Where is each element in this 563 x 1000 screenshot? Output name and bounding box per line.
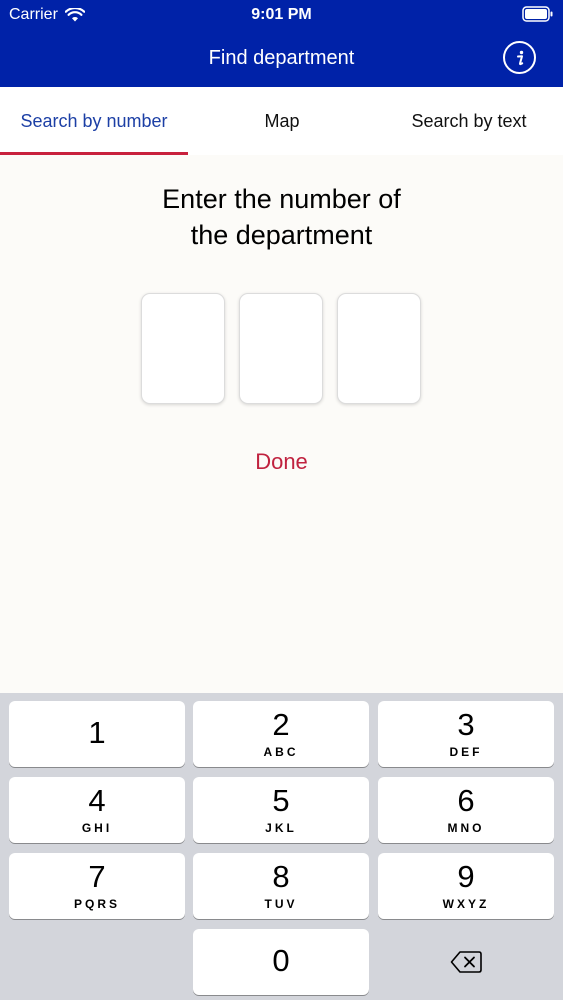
battery-icon xyxy=(522,6,553,22)
info-button[interactable] xyxy=(503,41,536,74)
tab-search-by-text[interactable]: Search by text xyxy=(375,87,563,155)
tab-bar: Search by number Map Search by text xyxy=(0,87,563,155)
prompt-line-1: Enter the number of xyxy=(162,184,401,214)
prompt-heading: Enter the number of the department xyxy=(0,181,563,253)
tab-label: Search by number xyxy=(20,111,168,131)
status-bar: Carrier 9:01 PM xyxy=(0,0,563,30)
info-icon xyxy=(516,50,523,65)
key-8[interactable]: 8 TUV xyxy=(193,853,369,919)
key-number: 2 xyxy=(272,707,290,742)
key-number: 4 xyxy=(88,783,106,818)
digit-input-1[interactable] xyxy=(141,293,225,404)
key-6[interactable]: 6 MNO xyxy=(378,777,554,843)
key-letters: JKL xyxy=(265,821,297,835)
prompt-line-2: the department xyxy=(190,220,373,250)
status-time: 9:01 PM xyxy=(251,6,312,23)
key-number: 5 xyxy=(272,783,290,818)
tab-label: Search by text xyxy=(411,111,527,131)
main-content: Enter the number of the department Done xyxy=(0,155,563,693)
key-letters: GHI xyxy=(81,821,113,835)
digit-input-3[interactable] xyxy=(337,293,421,404)
tab-search-by-number[interactable]: Search by number xyxy=(0,87,188,155)
key-number: 7 xyxy=(88,859,106,894)
key-letters: MNO xyxy=(447,821,485,835)
done-button[interactable]: Done xyxy=(0,447,563,477)
key-number: 8 xyxy=(272,859,290,894)
key-letters: DEF xyxy=(449,745,483,759)
key-number: 3 xyxy=(457,707,475,742)
key-7[interactable]: 7 PQRS xyxy=(9,853,185,919)
backspace-icon xyxy=(450,951,482,973)
key-1[interactable]: 1 xyxy=(9,701,185,767)
tab-label: Map xyxy=(264,111,300,131)
key-letters: ABC xyxy=(263,745,299,759)
page-title: Find department xyxy=(208,47,355,69)
key-letters: TUV xyxy=(264,897,298,911)
tab-map[interactable]: Map xyxy=(188,87,376,155)
key-0[interactable]: 0 xyxy=(193,929,369,995)
key-5[interactable]: 5 JKL xyxy=(193,777,369,843)
key-number: 1 xyxy=(88,715,106,750)
key-number: 6 xyxy=(457,783,475,818)
header-bar: Carrier 9:01 PM Find department xyxy=(0,0,563,87)
digit-input-2[interactable] xyxy=(239,293,323,404)
key-3[interactable]: 3 DEF xyxy=(378,701,554,767)
key-number: 0 xyxy=(272,943,290,978)
numeric-keypad: 1 2 ABC 3 DEF 4 GHI 5 JKL 6 MNO 7 PQRS 8… xyxy=(0,693,563,1000)
key-2[interactable]: 2 ABC xyxy=(193,701,369,767)
key-number: 9 xyxy=(457,859,475,894)
delete-key[interactable] xyxy=(378,929,554,995)
key-9[interactable]: 9 WXYZ xyxy=(378,853,554,919)
key-4[interactable]: 4 GHI xyxy=(9,777,185,843)
key-letters: WXYZ xyxy=(442,897,490,911)
key-letters: PQRS xyxy=(73,897,120,911)
